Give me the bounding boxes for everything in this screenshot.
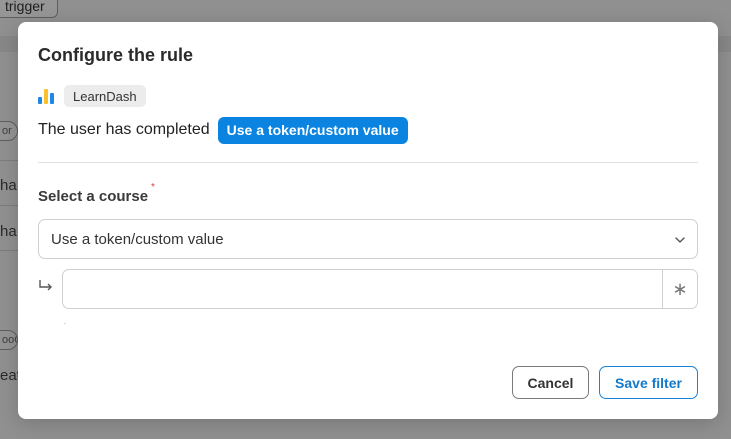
custom-value-input[interactable] <box>63 270 663 308</box>
field-help-marker <box>64 323 66 324</box>
custom-value-field: ∗ <box>62 269 698 309</box>
app-badge: LearnDash <box>64 85 146 107</box>
configure-rule-modal: Configure the rule LearnDash The user ha… <box>18 22 718 419</box>
save-filter-button[interactable]: Save filter <box>599 366 698 399</box>
rule-sentence: The user has completed Use a token/custo… <box>38 116 408 144</box>
app-row: LearnDash <box>38 84 146 108</box>
asterisk-icon[interactable]: ∗ <box>662 270 697 308</box>
modal-title: Configure the rule <box>38 45 194 65</box>
cancel-button[interactable]: Cancel <box>512 366 589 399</box>
course-select-value: Use a token/custom value <box>51 230 224 248</box>
divider <box>38 162 698 163</box>
chevron-down-icon <box>675 237 685 243</box>
return-arrow-icon <box>39 280 52 291</box>
course-select[interactable]: Use a token/custom value <box>38 219 698 259</box>
rule-sentence-text: The user has completed <box>38 121 210 138</box>
bar-chart-icon <box>38 88 54 104</box>
token-pill[interactable]: Use a token/custom value <box>217 116 408 144</box>
required-mark: * <box>151 182 155 193</box>
course-field-label: Select a course <box>38 188 149 205</box>
